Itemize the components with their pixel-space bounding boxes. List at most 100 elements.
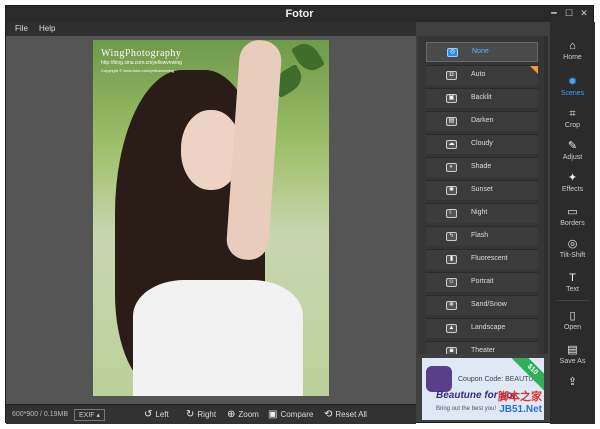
scene-item-darken[interactable]: ▤ Darken <box>426 111 538 131</box>
share-icon: ⇪ <box>567 376 578 388</box>
nav-scenes-label: Scenes <box>560 90 585 97</box>
rotate-right-button[interactable]: ↻ Right <box>186 409 216 420</box>
reset-icon: ⟲ <box>324 409 333 420</box>
nav-home-label: Home <box>563 54 582 61</box>
nav-save-as-label: Save As <box>559 358 586 365</box>
scene-thumb-icon: ▮ <box>446 255 457 264</box>
ad-tagline: Bring out the best you! <box>436 406 497 412</box>
photo-dress <box>133 280 303 396</box>
scene-thumb-icon: ◎ <box>447 48 458 57</box>
nav-text-label: Text <box>566 286 579 293</box>
scene-thumb-icon: ◘ <box>446 71 457 80</box>
scene-thumb-icon: ▣ <box>446 94 457 103</box>
nav-borders-label: Borders <box>560 220 585 227</box>
nav-crop-label: Crop <box>564 122 581 129</box>
scene-item-label: Darken <box>471 117 494 124</box>
scene-item-shade[interactable]: ◐ Shade <box>426 157 538 177</box>
photo[interactable]: WingPhotography http://blog.sina.com.cn/… <box>93 40 329 396</box>
recommended-flag-icon <box>530 66 538 74</box>
minimize-button[interactable]: ━ <box>547 7 561 19</box>
beautune-logo-icon <box>426 366 452 392</box>
compare-button[interactable]: ▣ Compare <box>268 409 313 420</box>
scene-item-label: Night <box>471 209 488 216</box>
zoom-icon: ⊕ <box>227 409 236 420</box>
scene-item-none[interactable]: ◎ None <box>426 42 538 62</box>
scene-item-label: Auto <box>471 71 486 78</box>
menu-bar: File Help <box>6 22 416 36</box>
home-icon: ⌂ <box>569 40 576 52</box>
scene-thumb-icon: ☁ <box>446 140 457 149</box>
rotate-right-icon: ↻ <box>186 409 195 420</box>
nav-open[interactable]: ▯ Open <box>550 310 595 331</box>
nav-text[interactable]: T Text <box>550 272 595 293</box>
scene-thumb-icon: ϟ <box>446 232 457 241</box>
nav-tilt-shift[interactable]: ◎ Tilt-Shift <box>550 238 595 259</box>
ad-banner[interactable]: Coupon Code: BEAUTUNE Beautune for por B… <box>422 358 544 420</box>
watermark-title: WingPhotography <box>101 48 182 59</box>
watermark-url: http://blog.sina.com.cn/yellowvewing <box>101 60 182 66</box>
zoom-button[interactable]: ⊕ Zoom <box>227 409 259 420</box>
scene-item-cloudy[interactable]: ☁ Cloudy <box>426 134 538 154</box>
scene-thumb-icon: ◐ <box>446 163 457 172</box>
save-as-icon: ▤ <box>567 344 578 356</box>
nav-scenes[interactable]: ✹ Scenes <box>550 76 595 97</box>
scene-thumb-icon: ❄ <box>446 301 457 310</box>
scene-item-label: Sunset <box>471 186 493 193</box>
rotate-right-label: Right <box>197 410 217 419</box>
nav-adjust[interactable]: ✎ Adjust <box>550 140 595 161</box>
side-nav: ⌂ Home ✹ Scenes ⌗ Crop ✎ Adjust ✦ Effects ▭ Borders… <box>550 22 595 424</box>
scene-thumb-icon: ◙ <box>446 347 457 354</box>
watermark-copyright: Copyright © www.fotor.com/yellowvewing <box>101 68 174 73</box>
nav-adjust-label: Adjust <box>562 154 583 161</box>
photo-canvas: WingPhotography http://blog.sina.com.cn/… <box>6 36 416 404</box>
compare-label: Compare <box>280 410 314 419</box>
scene-thumb-icon: ▤ <box>446 117 457 126</box>
scenes-panel: ◎ None ◘ Auto ▣ Backlit ▤ Darken ☁ Cloudy ◐ Shade ✺ S… <box>418 36 544 354</box>
exif-button[interactable]: EXIF ▴ <box>74 409 106 421</box>
scene-item-label: Backlit <box>471 94 492 101</box>
photo-arm <box>225 40 283 262</box>
scene-item-label: Theater <box>471 347 496 354</box>
nav-open-label: Open <box>563 324 582 331</box>
image-info: 600*900 / 0.19MB <box>12 411 69 418</box>
scene-item-landscape[interactable]: ▲ Landscape <box>426 318 538 338</box>
crop-icon: ⌗ <box>569 108 576 120</box>
nav-share[interactable]: ⇪ <box>550 376 595 389</box>
nav-effects[interactable]: ✦ Effects <box>550 172 595 193</box>
tilt-shift-icon: ◎ <box>567 238 578 250</box>
scene-item-night[interactable]: ☾ Night <box>426 203 538 223</box>
nav-divider <box>556 300 589 301</box>
scenes-scrollbar[interactable] <box>544 36 548 354</box>
adjust-icon: ✎ <box>567 140 578 152</box>
scene-item-portrait[interactable]: ☺ Portrait <box>426 272 538 292</box>
nav-borders[interactable]: ▭ Borders <box>550 206 595 227</box>
reset-all-button[interactable]: ⟲ Reset All <box>324 409 367 420</box>
rotate-left-button[interactable]: ↺ Left <box>144 409 169 420</box>
scene-item-label: None <box>472 48 489 55</box>
scene-item-backlit[interactable]: ▣ Backlit <box>426 88 538 108</box>
scene-item-theater[interactable]: ◙ Theater <box>426 341 538 354</box>
app-title: Fotor <box>285 8 314 20</box>
site-watermark: JB51.Net <box>499 404 542 415</box>
scene-item-fluorescent[interactable]: ▮ Fluorescent <box>426 249 538 269</box>
menu-file[interactable]: File <box>15 24 28 33</box>
nav-save-as[interactable]: ▤ Save As <box>550 344 595 365</box>
title-bar: Fotor ━ ☐ ✕ <box>6 6 593 22</box>
site-watermark-cn: 脚本之家 <box>498 391 542 403</box>
reset-all-label: Reset All <box>335 410 367 419</box>
scene-thumb-icon: ▲ <box>446 324 457 333</box>
scene-item-auto[interactable]: ◘ Auto <box>426 65 538 85</box>
scene-item-sand-snow[interactable]: ❄ Sand/Snow <box>426 295 538 315</box>
scene-item-sunset[interactable]: ✺ Sunset <box>426 180 538 200</box>
nav-home[interactable]: ⌂ Home <box>550 40 595 61</box>
scene-item-label: Sand/Snow <box>471 301 507 308</box>
nav-crop[interactable]: ⌗ Crop <box>550 108 595 129</box>
scene-item-flash[interactable]: ϟ Flash <box>426 226 538 246</box>
borders-icon: ▭ <box>567 206 578 218</box>
scene-item-label: Fluorescent <box>471 255 508 262</box>
zoom-label: Zoom <box>238 410 259 419</box>
scenes-icon: ✹ <box>567 76 578 88</box>
menu-help[interactable]: Help <box>39 24 55 33</box>
maximize-button[interactable]: ☐ <box>562 7 576 19</box>
close-button[interactable]: ✕ <box>577 7 591 19</box>
